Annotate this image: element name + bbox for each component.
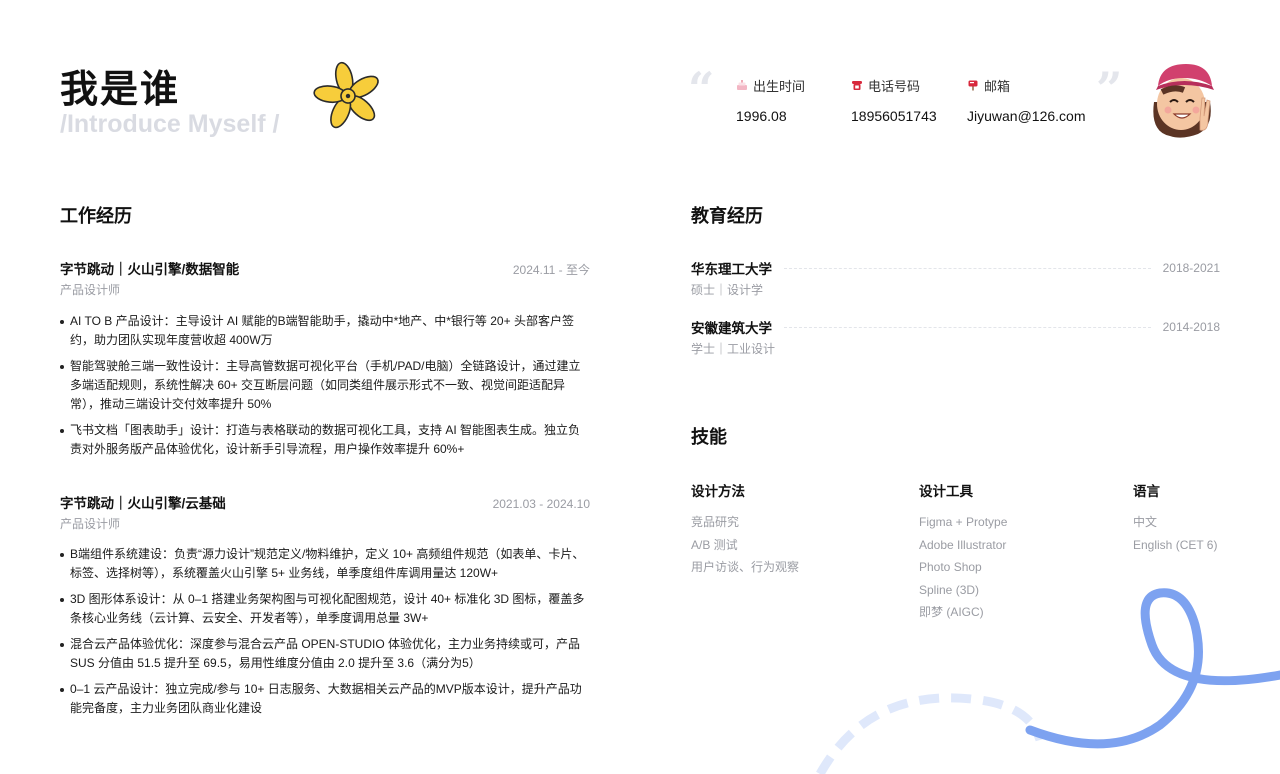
- skill-heading: 设计方法: [691, 484, 745, 499]
- education-section-title: 教育经历: [691, 206, 763, 226]
- education-row: 安徽建筑大学 2014-2018: [691, 317, 1220, 337]
- divider: [784, 267, 1151, 269]
- school-name: 安徽建筑大学: [691, 321, 772, 336]
- birth-value: 1996.08: [736, 108, 787, 124]
- job-bullets: AI TO B 产品设计：主导设计 AI 赋能的B端智能助手，撬动中*地产、中*…: [60, 312, 590, 466]
- education-date: 2018-2021: [1162, 261, 1220, 275]
- avatar: [1153, 64, 1214, 138]
- job-date: 2024.11 - 至今: [512, 263, 590, 277]
- info-email: 邮箱 Jiyuwan@126.com: [967, 76, 1086, 125]
- skill-item: Figma + Protype: [919, 515, 1008, 529]
- school-name: 华东理工大学: [691, 262, 772, 277]
- skill-item: 用户访谈、行为观察: [691, 560, 800, 575]
- page-title: 我是谁: [60, 69, 181, 111]
- skill-item: 竞品研究: [691, 515, 740, 529]
- job-header: 字节跳动｜火山引擎/数据智能 2024.11 - 至今: [60, 258, 590, 278]
- education-date: 2014-2018: [1162, 320, 1220, 334]
- list-item: AI TO B 产品设计：主导设计 AI 赋能的B端智能助手，撬动中*地产、中*…: [60, 312, 590, 350]
- skill-heading: 语言: [1133, 484, 1160, 499]
- list-item: 混合云产品体验优化：深度参与混合云产品 OPEN-STUDIO 体验优化，主力业…: [60, 635, 590, 673]
- skill-column-methods: 设计方法 竞品研究 A/B 测试 用户访谈、行为观察: [691, 480, 799, 579]
- job-role: 产品设计师: [60, 283, 121, 297]
- cake-icon: [736, 79, 748, 91]
- telephone-icon: [851, 79, 863, 91]
- list-item: 飞书文档「图表助手」设计：打造与表格联动的数据可视化工具，支持 AI 智能图表生…: [60, 421, 590, 459]
- skill-item: 中文: [1133, 515, 1158, 529]
- job-bullets: B端组件系统建设：负责“源力设计”规范定义/物料维护，定义 10+ 高频组件规范…: [60, 545, 590, 725]
- flower-sticker-icon: [308, 58, 384, 133]
- job-header: 字节跳动｜火山引擎/云基础 2021.03 - 2024.10: [60, 492, 590, 512]
- job-company: 字节跳动｜火山引擎/云基础: [60, 496, 226, 511]
- info-phone: 电话号码 18956051743: [851, 76, 937, 125]
- list-item: B端组件系统建设：负责“源力设计”规范定义/物料维护，定义 10+ 高频组件规范…: [60, 545, 590, 583]
- info-label-text: 出生时间: [753, 78, 806, 94]
- info-birth: 出生时间 1996.08: [736, 76, 806, 125]
- email-value: Jiyuwan@126.com: [967, 108, 1086, 124]
- open-quote-mark: “: [688, 62, 715, 116]
- skill-item: Adobe Illustrator: [919, 537, 1007, 552]
- skill-column-language: 语言 中文 English (CET 6): [1133, 480, 1217, 556]
- skills-section-title: 技能: [691, 427, 727, 447]
- list-item: 0–1 云产品设计：独立完成/参与 10+ 日志服务、大数据相关云产品的MVP版…: [60, 680, 590, 718]
- work-section-title: 工作经历: [60, 206, 132, 226]
- close-quote-mark: ”: [1096, 62, 1123, 116]
- job-role: 产品设计师: [60, 517, 121, 531]
- degree: 学士｜工业设计: [691, 342, 776, 356]
- ribbon-decoration-icon: [816, 588, 1280, 774]
- skill-item: A/B 测试: [691, 537, 738, 552]
- job-date: 2021.03 - 2024.10: [492, 497, 590, 511]
- phone-value: 18956051743: [851, 108, 937, 124]
- list-item: 智能驾驶舱三端一致性设计：主导高管数据可视化平台（手机/PAD/电脑）全链路设计…: [60, 357, 590, 414]
- page-subtitle: /Introduce Myself /: [60, 110, 280, 138]
- job-company: 字节跳动｜火山引擎/数据智能: [60, 262, 240, 277]
- skill-heading: 设计工具: [919, 484, 973, 499]
- divider: [784, 326, 1151, 328]
- education-row: 华东理工大学 2018-2021: [691, 258, 1220, 278]
- skill-item: English (CET 6): [1133, 537, 1218, 552]
- info-label-text: 邮箱: [984, 78, 1011, 94]
- info-label-text: 电话号码: [868, 78, 921, 94]
- list-item: 3D 图形体系设计：从 0–1 搭建业务架构图与可视化配图规范，设计 40+ 标…: [60, 590, 590, 628]
- degree: 硕士｜设计学: [691, 283, 764, 297]
- mailbox-icon: [967, 79, 979, 91]
